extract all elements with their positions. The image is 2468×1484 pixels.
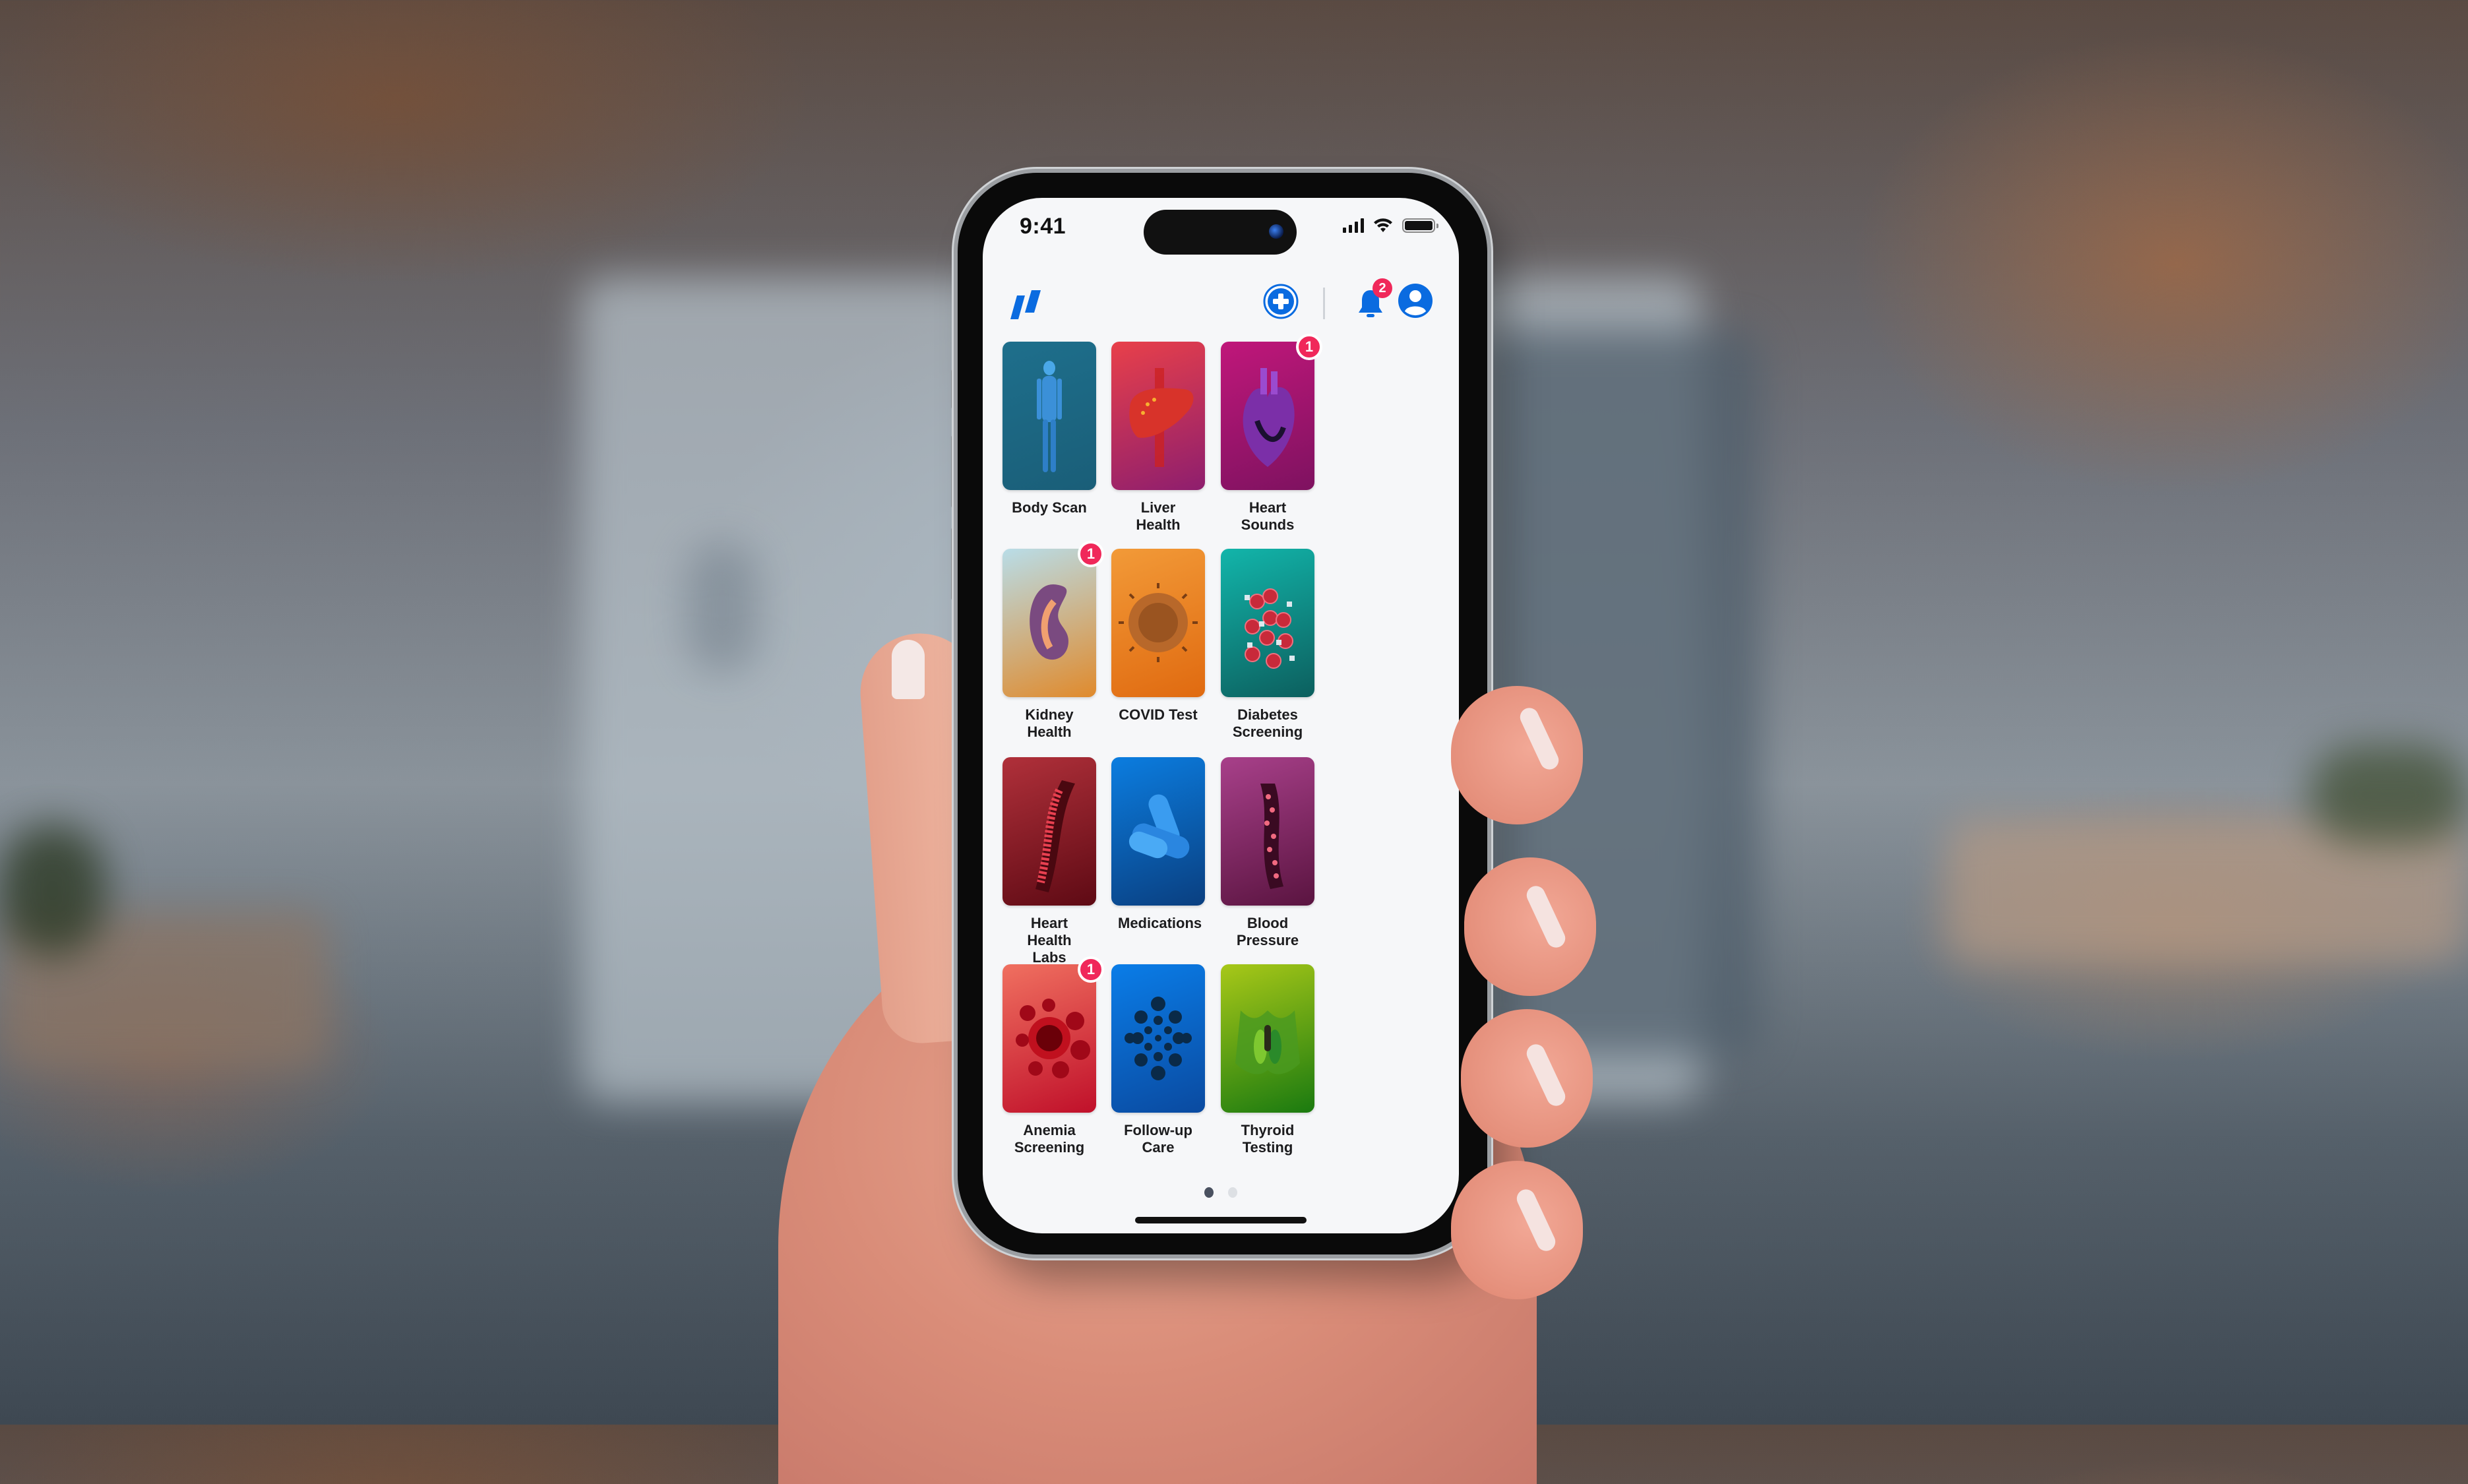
- liver-icon: [1129, 368, 1194, 467]
- background-plant: [0, 824, 106, 956]
- service-tile-label: COVID Test: [1119, 706, 1198, 723]
- dynamic-island: [1144, 210, 1297, 255]
- service-tile-image[interactable]: [1221, 964, 1314, 1113]
- dots-cluster-icon: [1125, 997, 1192, 1080]
- service-tile-image[interactable]: [1003, 964, 1096, 1113]
- blood-cells-sugar-icon: [1245, 588, 1295, 669]
- thyroid-icon: [1235, 1010, 1300, 1074]
- artery-icon: [1035, 780, 1075, 892]
- hand-finger: [1464, 857, 1596, 996]
- service-tile-label: Thyroid Testing: [1241, 1122, 1295, 1156]
- service-tile[interactable]: Diabetes Screening: [1221, 549, 1314, 741]
- header-divider: [1323, 288, 1325, 319]
- background-plant: [2308, 745, 2468, 844]
- human-body-icon: [1037, 361, 1062, 472]
- background-knob: [686, 541, 758, 673]
- service-tile-image[interactable]: [1111, 964, 1205, 1113]
- page-indicator: [983, 1187, 1459, 1198]
- service-tile[interactable]: 1 Kidney Health: [1003, 541, 1104, 741]
- phone-volume-down-button: [951, 528, 958, 600]
- service-tile-image[interactable]: [1003, 549, 1096, 697]
- red-blood-cells-icon: [1016, 999, 1090, 1078]
- status-time: 9:41: [1020, 214, 1066, 239]
- status-icons: [1343, 218, 1438, 233]
- app-logo-icon[interactable]: [1008, 284, 1047, 323]
- service-tile-image[interactable]: [1221, 549, 1314, 697]
- camera-icon: [1269, 224, 1283, 239]
- service-tile-label: Anemia Screening: [1014, 1122, 1085, 1156]
- service-tile-label: Medications: [1118, 915, 1202, 931]
- notifications-badge: 2: [1373, 278, 1392, 298]
- service-tile-image[interactable]: [1111, 757, 1205, 906]
- phone-volume-up-button: [951, 435, 958, 508]
- hand-finger: [1451, 1161, 1583, 1299]
- service-tile[interactable]: 1 Heart Sounds: [1221, 334, 1322, 534]
- phone-screen: 9:41 2 Body Scan Liver Health 1 Heart So…: [983, 198, 1459, 1233]
- virus-icon: [1119, 583, 1198, 662]
- service-tile[interactable]: Heart Health Labs: [1003, 757, 1096, 966]
- capsules-icon: [1128, 794, 1190, 859]
- tile-notification-badge: 1: [1078, 956, 1104, 983]
- blood-vessel-icon: [1260, 784, 1283, 889]
- wifi-icon: [1374, 218, 1392, 232]
- profile-button[interactable]: [1397, 282, 1434, 319]
- add-medical-button[interactable]: [1263, 284, 1299, 319]
- service-tile-label: Blood Pressure: [1236, 915, 1299, 948]
- service-tile[interactable]: Follow-up Care: [1111, 964, 1205, 1156]
- service-tile-image[interactable]: [1003, 342, 1096, 490]
- service-tile[interactable]: Blood Pressure: [1221, 757, 1314, 949]
- cellular-signal-icon: [1343, 218, 1364, 233]
- page-dot-1[interactable]: [1204, 1187, 1214, 1198]
- home-indicator[interactable]: [1135, 1217, 1307, 1223]
- service-tile-image[interactable]: [1221, 342, 1314, 490]
- tile-notification-badge: 1: [1078, 541, 1104, 567]
- service-tile[interactable]: Liver Health: [1111, 342, 1205, 534]
- tile-notification-badge: 1: [1296, 334, 1322, 360]
- service-tile-label: Diabetes Screening: [1232, 706, 1303, 740]
- app-header: 2: [983, 264, 1459, 323]
- service-tile-label: Follow-up Care: [1124, 1122, 1192, 1156]
- service-tile-label: Body Scan: [1012, 499, 1087, 516]
- page-dot-2[interactable]: [1228, 1187, 1237, 1198]
- service-tile-label: Liver Health: [1136, 499, 1181, 533]
- service-tile-image[interactable]: [1111, 549, 1205, 697]
- thumb-nail: [892, 640, 925, 699]
- service-tile[interactable]: Medications: [1111, 757, 1205, 932]
- service-tile-label: Heart Sounds: [1241, 499, 1295, 533]
- service-tile[interactable]: Thyroid Testing: [1221, 964, 1314, 1156]
- kidney-icon: [1030, 584, 1068, 660]
- service-tile[interactable]: COVID Test: [1111, 549, 1205, 724]
- hand-finger: [1451, 686, 1583, 824]
- phone-action-button: [951, 369, 958, 409]
- service-tile[interactable]: 1 Anemia Screening: [1003, 956, 1104, 1156]
- hand-finger: [1461, 1009, 1593, 1148]
- heart-organ-icon: [1243, 368, 1295, 467]
- service-tile-image[interactable]: [1111, 342, 1205, 490]
- service-tile-label: Kidney Health: [1025, 706, 1074, 740]
- service-tile[interactable]: Body Scan: [1003, 342, 1096, 516]
- battery-icon: [1402, 218, 1438, 233]
- service-tile-image[interactable]: [1003, 757, 1096, 906]
- service-tile-image[interactable]: [1221, 757, 1314, 906]
